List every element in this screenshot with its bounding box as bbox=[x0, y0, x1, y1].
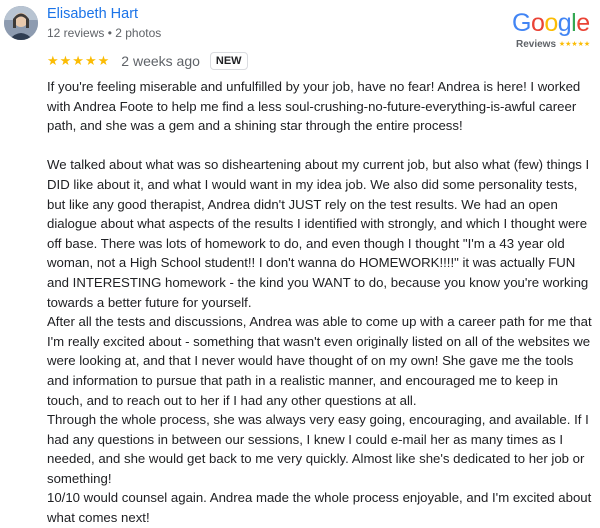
review-date: 2 weeks ago bbox=[121, 53, 200, 69]
google-wordmark: Google bbox=[512, 9, 590, 37]
star-rating-icon: ★★★★★ bbox=[47, 53, 111, 68]
reviewer-name[interactable]: Elisabeth Hart bbox=[47, 6, 138, 22]
review-paragraph: We talked about what was so disheartenin… bbox=[47, 157, 590, 310]
reviewer-meta: 12 reviews • 2 photos bbox=[47, 26, 162, 40]
review-paragraph: If you're feeling miserable and unfulfil… bbox=[47, 79, 581, 134]
google-letter: G bbox=[512, 9, 531, 37]
reviews-stars-icon: ★★★★★ bbox=[558, 41, 591, 48]
review-card: Elisabeth Hart 12 reviews • 2 photos Goo… bbox=[0, 0, 600, 525]
review-paragraph: Through the whole process, she was alway… bbox=[47, 412, 589, 486]
google-reviews-caption: Reviews ★★★★★ bbox=[516, 39, 590, 51]
google-letter: g bbox=[557, 9, 572, 37]
google-letter: e bbox=[576, 9, 590, 37]
review-paragraph: 10/10 would counsel again. Andrea made t… bbox=[47, 490, 592, 526]
review-paragraph: After all the tests and discussions, And… bbox=[47, 314, 592, 408]
avatar[interactable] bbox=[4, 6, 38, 40]
new-badge: NEW bbox=[209, 52, 248, 70]
reviews-label: Reviews bbox=[516, 39, 557, 50]
rating-row: ★★★★★ 2 weeks ago NEW bbox=[47, 50, 248, 72]
google-letter: o bbox=[544, 9, 558, 37]
google-letter: o bbox=[530, 9, 545, 37]
review-text: If you're feeling miserable and unfulfil… bbox=[47, 77, 592, 528]
google-reviews-logo: Google Reviews ★★★★★ bbox=[512, 9, 594, 51]
